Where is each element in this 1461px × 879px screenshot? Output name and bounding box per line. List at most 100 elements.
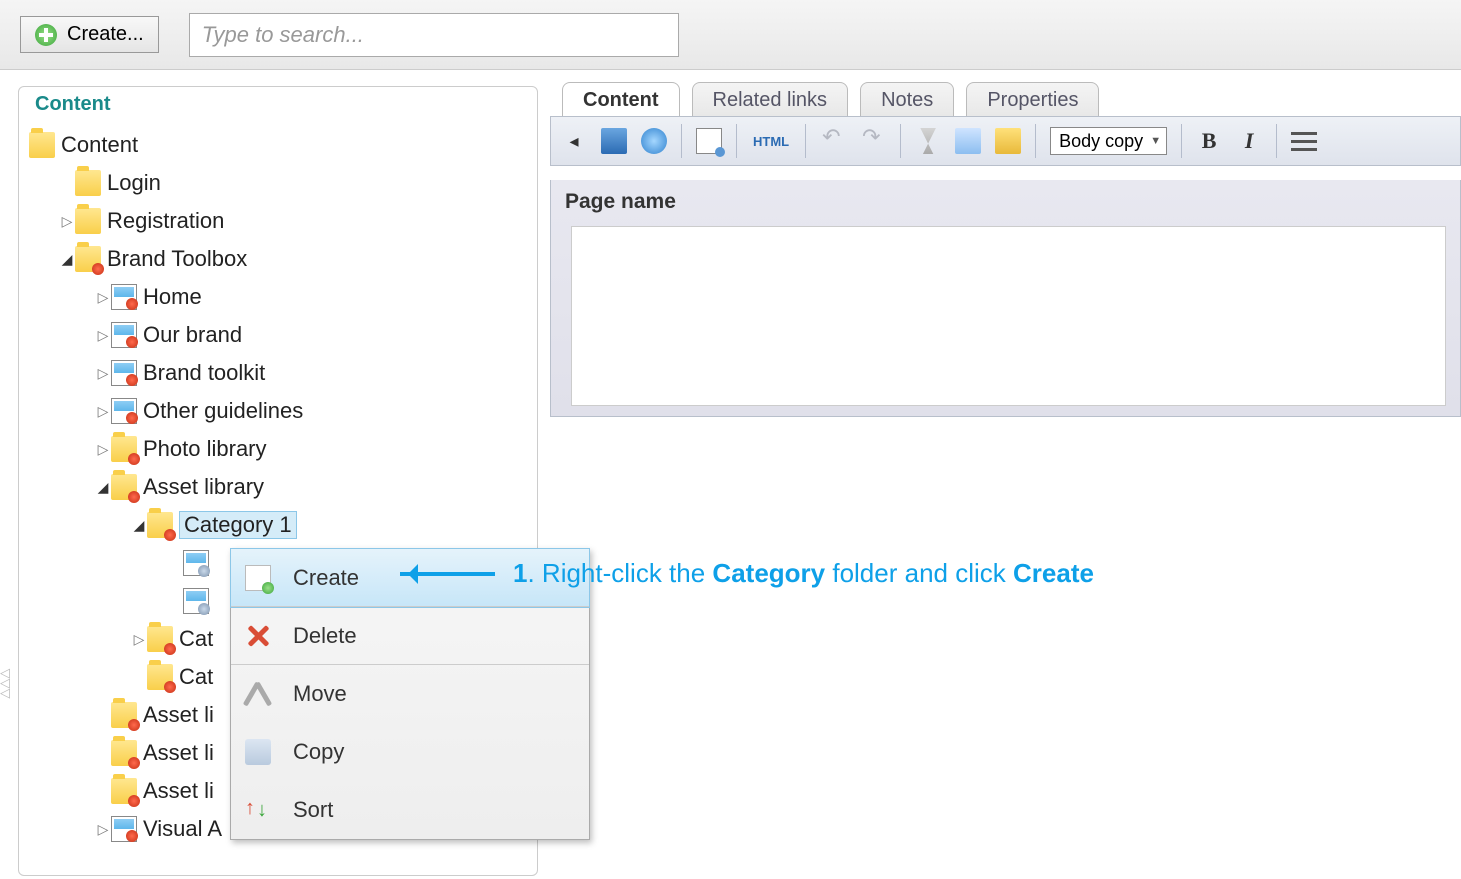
expand-icon[interactable]: ▷ (95, 403, 111, 420)
expand-icon[interactable]: ▷ (59, 213, 75, 230)
tab-notes[interactable]: Notes (860, 82, 954, 116)
toolbar-left-icon[interactable]: ◂ (561, 128, 587, 154)
tree-item-label[interactable]: Other guidelines (143, 398, 303, 424)
copy-icon[interactable] (955, 128, 981, 154)
separator (1181, 124, 1182, 158)
expand-icon[interactable]: ▷ (131, 631, 147, 648)
context-menu-move[interactable]: Move (231, 665, 589, 723)
folder-icon (111, 778, 137, 804)
tree-item-label[interactable]: Our brand (143, 322, 242, 348)
undo-icon[interactable] (820, 128, 846, 154)
create-button[interactable]: Create... (20, 16, 159, 53)
folder-icon (75, 170, 101, 196)
tree-item-label[interactable]: Category 1 (179, 511, 297, 539)
tree-row[interactable]: ◢ Brand Toolbox (23, 240, 533, 278)
tree-item-label[interactable]: Cat (179, 626, 213, 652)
folder-icon (111, 740, 137, 766)
tree-item-label[interactable]: Cat (179, 664, 213, 690)
folder-icon (29, 132, 55, 158)
tree-item-label[interactable]: Asset li (143, 702, 214, 728)
tree-row[interactable]: ◢ Asset library (23, 468, 533, 506)
bold-icon[interactable]: B (1196, 128, 1222, 154)
html-icon[interactable]: HTML (751, 128, 791, 154)
tree-item-label[interactable]: Asset li (143, 740, 214, 766)
tree-row[interactable]: ▷ Other guidelines (23, 392, 533, 430)
tree-row[interactable]: ▷ Home (23, 278, 533, 316)
collapse-icon[interactable]: ◢ (59, 251, 75, 268)
separator (900, 124, 901, 158)
tree-item-label[interactable]: Content (61, 132, 138, 158)
collapse-icon[interactable]: ◢ (95, 479, 111, 496)
tabs: Content Related links Notes Properties (562, 82, 1461, 116)
delete-icon (245, 623, 271, 649)
tree-item-label[interactable]: Brand toolkit (143, 360, 265, 386)
collapse-icon[interactable]: ◢ (131, 517, 147, 534)
context-menu-label: Sort (293, 797, 333, 823)
expand-icon[interactable]: ▷ (95, 289, 111, 306)
create-icon (245, 565, 271, 591)
expand-icon[interactable]: ▷ (95, 821, 111, 838)
tab-related-links[interactable]: Related links (692, 82, 849, 116)
separator (736, 124, 737, 158)
save-icon[interactable] (601, 128, 627, 154)
create-button-label: Create... (67, 23, 144, 46)
folder-icon (147, 664, 173, 690)
page-icon (183, 588, 209, 614)
page-icon (111, 284, 137, 310)
style-select-wrap: Body copy (1050, 127, 1167, 155)
tab-content[interactable]: Content (562, 82, 680, 116)
context-menu-delete[interactable]: Delete (231, 607, 589, 665)
tree-item-label[interactable]: Brand Toolbox (107, 246, 247, 272)
publish-icon[interactable] (641, 128, 667, 154)
tree-row[interactable]: ◢ Category 1 (23, 506, 533, 544)
page-name-field[interactable] (571, 226, 1446, 406)
separator (681, 124, 682, 158)
style-select[interactable]: Body copy (1050, 127, 1167, 155)
tree-row[interactable]: ▷ Photo library (23, 430, 533, 468)
folder-icon (111, 702, 137, 728)
tab-properties[interactable]: Properties (966, 82, 1099, 116)
redo-icon[interactable] (860, 128, 886, 154)
move-icon (245, 681, 271, 707)
annotation-callout: 1. Right-click the Category folder and c… (400, 558, 1094, 589)
copy-icon (245, 739, 271, 765)
paste-icon[interactable] (995, 128, 1021, 154)
tree-row[interactable]: ▷ Brand toolkit (23, 354, 533, 392)
expand-icon[interactable]: ▷ (95, 327, 111, 344)
folder-icon (147, 626, 173, 652)
context-menu-label: Copy (293, 739, 344, 765)
tree-item-label[interactable]: Asset library (143, 474, 264, 500)
expand-icon[interactable]: ▷ (95, 441, 111, 458)
tree-row[interactable]: ▷ Registration (23, 202, 533, 240)
tree-item-label[interactable]: Home (143, 284, 202, 310)
context-menu-sort[interactable]: Sort (231, 781, 589, 839)
topbar: Create... (0, 0, 1461, 70)
tree-item-label[interactable]: Registration (107, 208, 224, 234)
italic-icon[interactable]: I (1236, 128, 1262, 154)
separator (1035, 124, 1036, 158)
cut-icon[interactable] (915, 128, 941, 154)
page-icon (183, 550, 209, 576)
folder-icon (75, 246, 101, 272)
folder-icon (111, 436, 137, 462)
tree-row[interactable]: Login (23, 164, 533, 202)
search-wrap (189, 13, 679, 57)
folder-icon (75, 208, 101, 234)
panel-collapse-handle[interactable]: ◁◁◁ (0, 668, 10, 698)
context-menu-label: Move (293, 681, 347, 707)
tree-row[interactable]: ▷ Our brand (23, 316, 533, 354)
tree-row[interactable]: Content (23, 126, 533, 164)
bullet-list-icon[interactable] (1291, 128, 1317, 154)
tree-item-label[interactable]: Asset li (143, 778, 214, 804)
tree-item-label[interactable]: Photo library (143, 436, 267, 462)
folder-icon (147, 512, 173, 538)
editor-toolbar: ◂ HTML Body copy B I (550, 116, 1461, 166)
context-menu-copy[interactable]: Copy (231, 723, 589, 781)
preview-icon[interactable] (696, 128, 722, 154)
panel-title: Content (19, 87, 537, 120)
arrow-icon (400, 572, 495, 576)
expand-icon[interactable]: ▷ (95, 365, 111, 382)
search-input[interactable] (189, 13, 679, 57)
tree-item-label[interactable]: Login (107, 170, 161, 196)
tree-item-label[interactable]: Visual A (143, 816, 222, 842)
